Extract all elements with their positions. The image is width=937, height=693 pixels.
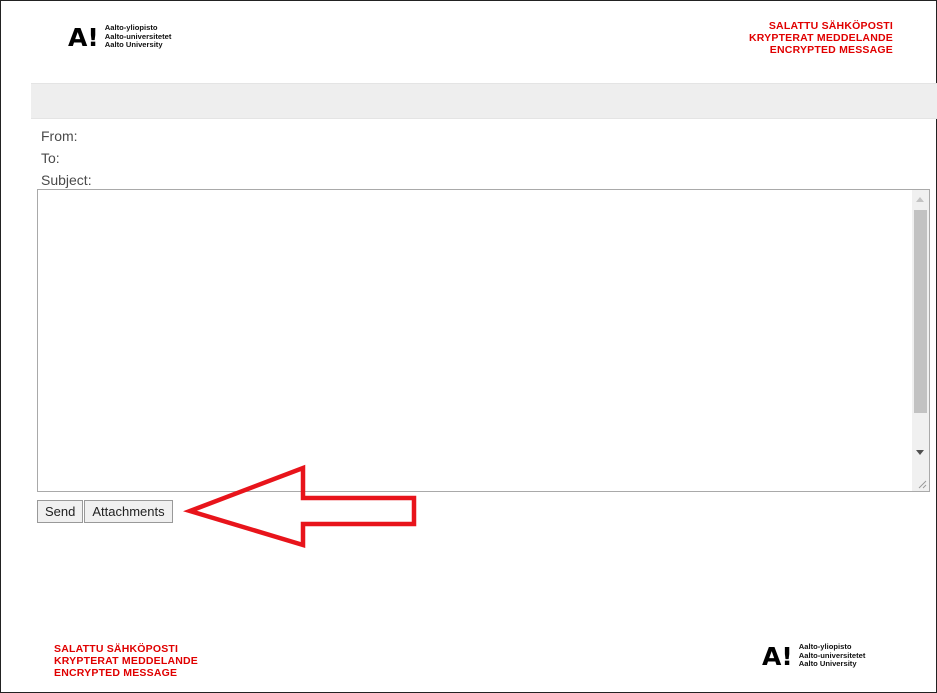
message-body-textarea[interactable] (37, 189, 930, 492)
encrypted-banner-top: SALATTU SÄHKÖPOSTI KRYPTERAT MEDDELANDE … (748, 20, 893, 56)
vertical-scrollbar[interactable] (912, 190, 929, 491)
banner-line-english: ENCRYPTED MESSAGE (769, 43, 893, 56)
banner-line-english: ENCRYPTED MESSAGE (54, 666, 178, 679)
logo-line-english: Aalto University (104, 40, 163, 50)
resize-grip-icon[interactable] (917, 479, 927, 489)
encrypted-banner-bottom: SALATTU SÄHKÖPOSTI KRYPTERAT MEDDELANDE … (54, 643, 199, 679)
banner-line-swedish: KRYPTERAT MEDDELANDE (748, 31, 893, 44)
aalto-logo-mark: A! (762, 641, 793, 671)
annotation-arrow-icon (183, 464, 417, 549)
logo-line-english: Aalto University (798, 659, 857, 669)
toolbar-band (31, 83, 937, 119)
action-buttons: Send Attachments (37, 500, 174, 523)
subject-label: Subject: (41, 172, 92, 188)
banner-line-finnish: SALATTU SÄHKÖPOSTI (54, 643, 179, 655)
aalto-logo-bottom: A! Aalto-yliopisto Aalto-universitetet A… (762, 641, 865, 671)
send-button[interactable]: Send (37, 500, 84, 523)
aalto-logo-mark: A! (68, 22, 99, 52)
banner-line-swedish: KRYPTERAT MEDDELANDE (54, 654, 199, 667)
scrollbar-thumb[interactable] (914, 210, 927, 413)
banner-line-finnish: SALATTU SÄHKÖPOSTI (768, 20, 893, 32)
aalto-logo-top: A! Aalto-yliopisto Aalto-universitetet A… (68, 22, 171, 52)
attachments-button[interactable]: Attachments (84, 500, 173, 523)
scroll-down-icon[interactable] (916, 450, 924, 455)
from-label: From: (41, 128, 78, 144)
scroll-up-icon[interactable] (916, 197, 924, 202)
to-label: To: (41, 150, 60, 166)
